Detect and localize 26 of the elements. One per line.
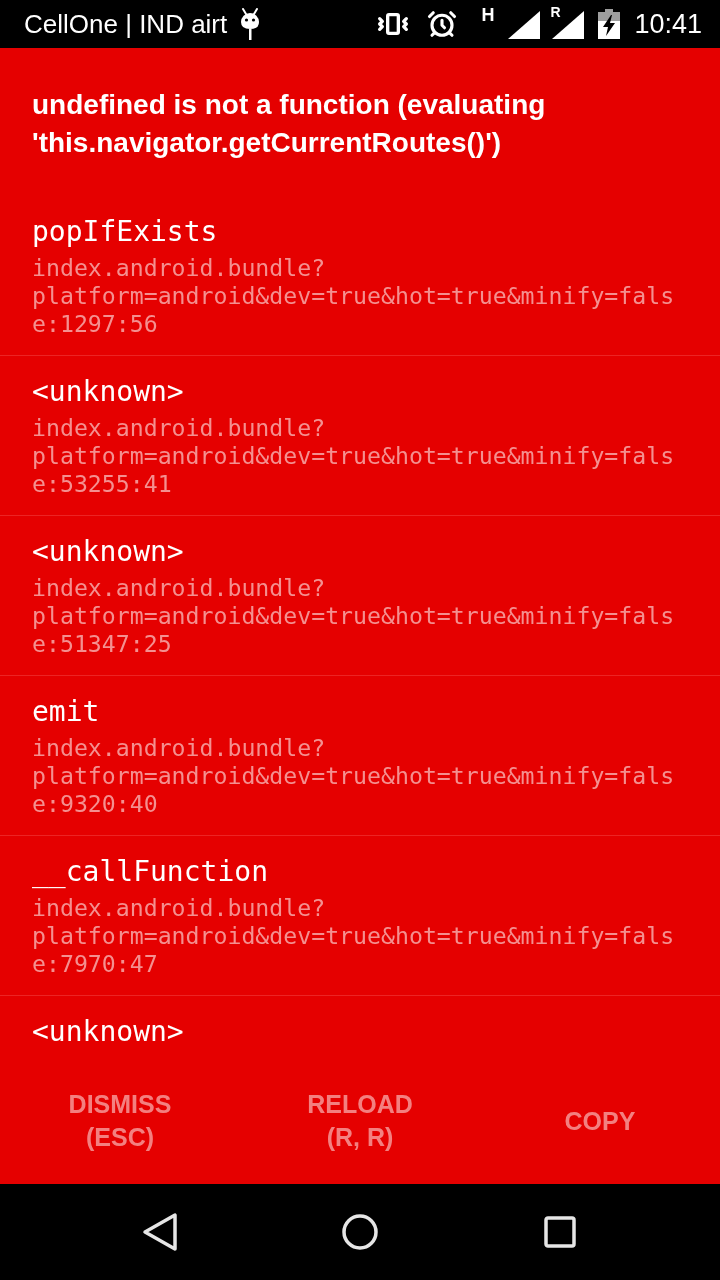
file-location: index.android.bundle?platform=android&dev=true&hot=true&minify=false:53255:41 (32, 414, 676, 498)
function-name: <unknown> (32, 374, 185, 410)
error-message: undefined is not a function (evaluating 'this.navigator.getCurrentRoutes()') (32, 88, 547, 160)
function-name: <unknown> (32, 534, 185, 570)
file-location: index.android.bundle?platform=android&dev=true&hot=true&minify=false:7970:47 (32, 894, 676, 978)
network-type: H (481, 6, 495, 24)
roaming-indicator: R (550, 5, 561, 19)
clock-time: 10:41 (634, 9, 702, 39)
file-location: index.android.bundle?platform=android&dev=true&hot=true&minify=false:1297:56 (32, 254, 676, 338)
file-location: index.android.bundle?platform=android&dev=true&hot=true&minify=false:51347:25 (32, 574, 676, 658)
reload-button[interactable]: RELOAD (R, R) (240, 1065, 480, 1184)
robot-head-icon (239, 8, 262, 40)
function-name: <unknown> (32, 1014, 185, 1050)
carrier-name: CellOne | IND airt (24, 9, 228, 39)
battery-charging-icon (598, 9, 621, 39)
home-button[interactable] (342, 1214, 378, 1250)
dismiss-button[interactable]: DISMISS (ESC) (0, 1065, 240, 1184)
function-name: popIfExists (32, 214, 219, 250)
recent-apps-button[interactable] (544, 1216, 576, 1248)
function-name: __callFunction (32, 854, 269, 890)
signal-icon (508, 11, 541, 39)
function-name: emit (32, 694, 101, 730)
back-button[interactable] (142, 1212, 178, 1252)
copy-button[interactable]: COPY (480, 1065, 720, 1184)
file-location: index.android.bundle?platform=android&dev=true&hot=true&minify=false:9320:40 (32, 734, 676, 818)
alarm-clock-icon (427, 9, 458, 39)
